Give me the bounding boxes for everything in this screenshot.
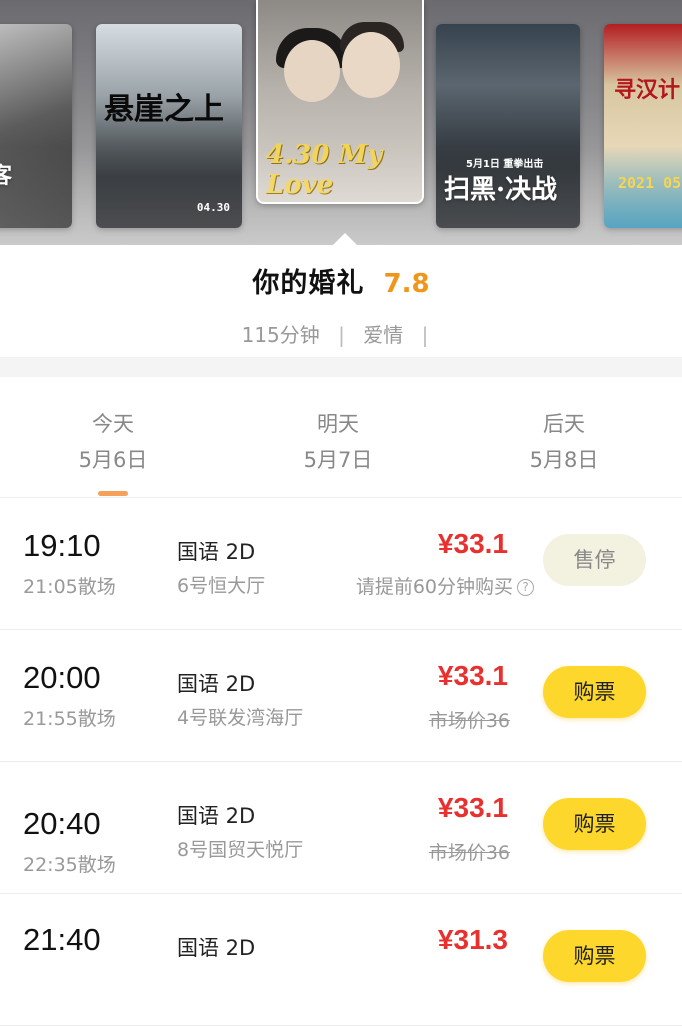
market-price: 市场价36 [428, 710, 510, 732]
price: ¥33.1 [437, 528, 508, 559]
poster-selected[interactable]: 4.30 My Love [256, 0, 424, 204]
poster-4-title: 扫黑·决战 [444, 175, 558, 205]
tab-date-label: 5月6日 [78, 448, 148, 472]
meta-separator: | [421, 323, 429, 347]
poster-figure [342, 32, 400, 98]
hall-name: 8号国贸天悦厅 [177, 839, 304, 861]
showtime-row: 20:40 22:35散场 国语 2D 8号国贸天悦厅 ¥33.1 市场价36 … [0, 762, 682, 894]
tab-day-label: 明天 [317, 412, 359, 436]
start-time: 21:40 [23, 922, 101, 957]
date-tabs: 今天 5月6日 明天 5月7日 后天 5月8日 [0, 377, 682, 498]
movie-duration: 115分钟 [241, 323, 320, 347]
selected-pointer-icon [333, 233, 357, 245]
movie-genre: 爱情 [363, 323, 404, 347]
section-divider [0, 357, 682, 377]
start-time: 20:40 [23, 806, 101, 841]
price: ¥31.3 [437, 924, 508, 955]
purchase-note: 请提前60分钟购买? [356, 572, 534, 599]
poster-2-date: 04.30 [196, 201, 230, 214]
showtime-list: 19:10 21:05散场 国语 2D 6号恒大厅 ¥33.1 请提前60分钟购… [0, 498, 682, 1026]
end-time: 21:55散场 [23, 708, 116, 730]
language-format: 国语 2D [177, 540, 256, 564]
purchase-note-text: 请提前60分钟购买 [355, 576, 513, 598]
poster-2-title: 悬崖之上 [104, 92, 224, 127]
showtime-row: 21:40 国语 2D ¥31.3 购票 [0, 894, 682, 1026]
poster-3-title: 4.30 My Love [266, 140, 383, 200]
meta-separator: | [338, 323, 345, 347]
poster-figure [284, 40, 340, 102]
poster-1[interactable]: 访客 [0, 24, 72, 228]
showtime-row: 19:10 21:05散场 国语 2D 6号恒大厅 ¥33.1 请提前60分钟购… [0, 498, 682, 630]
price: ¥33.1 [437, 660, 508, 691]
tab-today[interactable]: 今天 5月6日 [43, 407, 183, 479]
poster-1-title: 访客 [0, 163, 13, 189]
poster-4[interactable]: 5月1日 重拳出击 扫黑·决战 [436, 24, 580, 228]
active-tab-indicator [98, 491, 128, 496]
movie-meta: 115分钟 | 爱情 | [0, 319, 682, 348]
start-time: 19:10 [23, 528, 101, 563]
poster-2[interactable]: 悬崖之上 04.30 [96, 24, 242, 228]
movie-title: 你的婚礼 [252, 268, 365, 299]
language-format: 国语 2D [177, 804, 256, 828]
poster-5-title: 寻汉计 [614, 77, 681, 103]
start-time: 20:00 [23, 660, 101, 695]
hall-name: 6号恒大厅 [177, 575, 266, 597]
sale-stopped-button[interactable]: 售停 [543, 534, 646, 586]
tab-tomorrow[interactable]: 明天 5月7日 [268, 407, 408, 479]
market-price: 市场价36 [428, 842, 510, 864]
movie-score: 7.8 [383, 269, 430, 299]
end-time: 22:35散场 [23, 854, 116, 876]
poster-carousel[interactable]: 访客 悬崖之上 04.30 4.30 My Love 5月1日 重拳出击 扫黑·… [0, 0, 682, 245]
buy-ticket-button[interactable]: 购票 [543, 666, 646, 718]
price: ¥33.1 [437, 792, 508, 823]
poster-4-tagline: 5月1日 重拳出击 [466, 159, 544, 170]
help-icon[interactable]: ? [517, 579, 534, 596]
tab-day-label: 后天 [543, 412, 585, 436]
end-time: 21:05散场 [23, 576, 116, 598]
tab-day-after[interactable]: 后天 5月8日 [494, 407, 634, 479]
tab-date-label: 5月7日 [303, 448, 373, 472]
tab-day-label: 今天 [92, 412, 134, 436]
language-format: 国语 2D [177, 936, 256, 960]
poster-5[interactable]: 寻汉计 2021 05.0 [604, 24, 682, 228]
hall-name: 4号联发湾海厅 [177, 707, 304, 729]
poster-5-date: 2021 05.0 [618, 174, 682, 192]
buy-ticket-button[interactable]: 购票 [543, 930, 646, 982]
movie-info: 你的婚礼 7.8 115分钟 | 爱情 | [0, 245, 682, 357]
language-format: 国语 2D [177, 672, 256, 696]
showtime-row: 20:00 21:55散场 国语 2D 4号联发湾海厅 ¥33.1 市场价36 … [0, 630, 682, 762]
buy-ticket-button[interactable]: 购票 [543, 798, 646, 850]
movie-title-row: 你的婚礼 7.8 [0, 261, 682, 300]
tab-date-label: 5月8日 [529, 448, 599, 472]
